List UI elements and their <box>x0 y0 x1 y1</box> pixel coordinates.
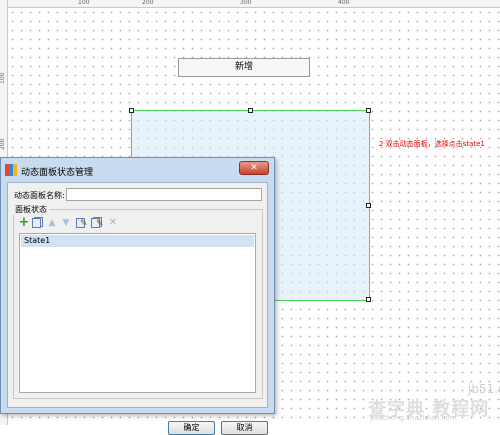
edit-all-states-icon[interactable]: ✎ <box>90 217 104 229</box>
close-icon: ✕ <box>250 163 258 173</box>
resize-handle-top-left[interactable] <box>129 108 134 113</box>
dialog-body: 动态面板名称: 面板状态 + ▲ ▼ ✎ ✎ ✕ State1 确定 取消 <box>7 182 268 435</box>
app-icon <box>5 164 17 176</box>
resize-handle-right[interactable] <box>366 203 371 208</box>
watermark-url: jiaocheng.chazidian.com <box>370 414 457 422</box>
instruction-annotation: 2 双击动态面板，选择点击state1 <box>379 140 485 148</box>
panel-states-label: 面板状态 <box>13 204 49 215</box>
ruler-tick: 100 <box>0 72 6 84</box>
panel-state-manager-dialog: 动态面板状态管理 ✕ 动态面板名称: 面板状态 + ▲ ▼ ✎ ✎ ✕ Stat… <box>0 157 275 435</box>
dialog-title: 动态面板状态管理 <box>21 168 94 178</box>
resize-handle-top-right[interactable] <box>366 108 371 113</box>
panel-name-input[interactable] <box>66 188 262 201</box>
list-item-state1[interactable]: State1 <box>21 235 254 247</box>
delete-icon[interactable]: ✕ <box>107 217 119 229</box>
dialog-titlebar[interactable]: 动态面板状态管理 ✕ <box>1 158 274 182</box>
states-list[interactable]: State1 <box>19 233 256 393</box>
ruler-tick: 400 <box>338 0 350 6</box>
cancel-button[interactable]: 取消 <box>221 421 268 435</box>
panel-name-label: 动态面板名称: <box>14 191 65 200</box>
horizontal-ruler: 100 200 300 400 <box>0 0 500 8</box>
close-button[interactable]: ✕ <box>239 161 269 175</box>
plus-icon[interactable]: + <box>18 216 30 229</box>
ruler-tick: 100 <box>78 0 90 6</box>
resize-handle-bottom-right[interactable] <box>366 297 371 302</box>
edit-state-icon[interactable]: ✎ <box>75 217 88 229</box>
resize-handle-top[interactable] <box>248 108 253 113</box>
ruler-tick: 200 <box>0 138 6 150</box>
ok-button[interactable]: 确定 <box>168 421 215 435</box>
arrow-down-icon[interactable]: ▼ <box>60 217 72 229</box>
add-new-button-widget[interactable]: 新增 <box>178 58 310 77</box>
ruler-tick: 200 <box>142 0 154 6</box>
ruler-tick: 300 <box>240 0 252 6</box>
watermark-site: jb51.net <box>468 382 500 396</box>
arrow-up-icon[interactable]: ▲ <box>46 217 58 229</box>
duplicate-icon[interactable] <box>31 217 43 229</box>
